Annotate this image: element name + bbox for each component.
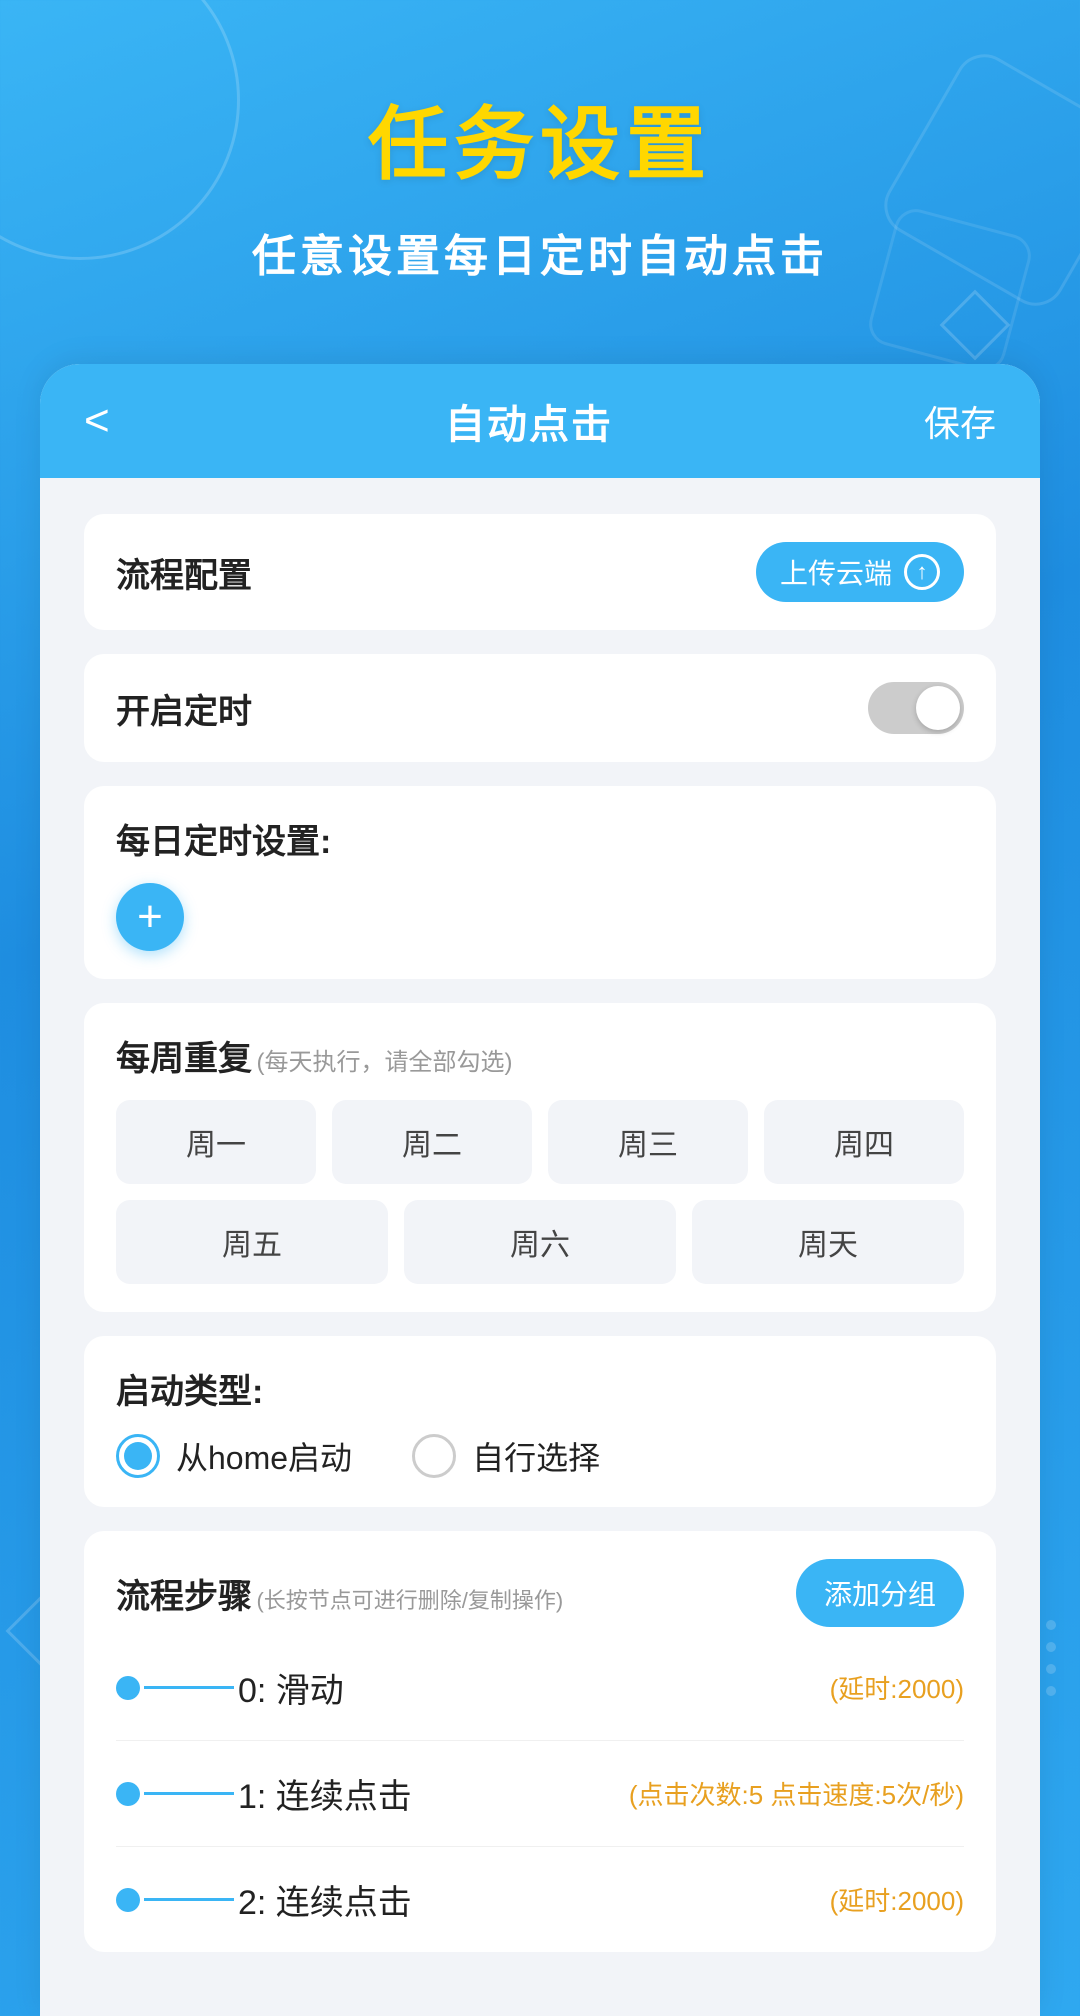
main-card: < 自动点击 保存 流程配置 上传云端 ↑ 开启定时	[40, 364, 1040, 2016]
step-name-2: 2: 连续点击	[238, 1875, 412, 1924]
save-button[interactable]: 保存	[924, 395, 996, 447]
step-item-0: 0: 滑动 (延时:2000)	[116, 1635, 964, 1741]
step-dot-0	[116, 1676, 140, 1700]
weekly-title: 每周重复	[116, 1040, 252, 1078]
timer-enable-section: 开启定时	[84, 654, 996, 762]
upload-cloud-label: 上传云端	[780, 552, 892, 592]
daily-timer-section: 每日定时设置: +	[84, 786, 996, 979]
launch-option-home[interactable]: 从home启动	[116, 1433, 352, 1479]
radio-home-dot	[124, 1442, 152, 1470]
day-tuesday[interactable]: 周二	[332, 1100, 532, 1184]
back-button[interactable]: <	[84, 396, 134, 446]
daily-timer-label: 每日定时设置:	[116, 814, 964, 863]
page-header: 任务设置 任意设置每日定时自动点击	[0, 0, 1080, 324]
step-content-1: 1: 连续点击 (点击次数:5 点击速度:5次/秒)	[238, 1769, 964, 1818]
launch-options-row: 从home启动 自行选择	[116, 1433, 964, 1479]
step-detail-0: (延时:2000)	[830, 1669, 964, 1706]
step-item-1: 1: 连续点击 (点击次数:5 点击速度:5次/秒)	[116, 1741, 964, 1847]
timer-toggle[interactable]	[868, 682, 964, 734]
upload-icon: ↑	[904, 554, 940, 590]
add-timer-button[interactable]: +	[116, 883, 184, 951]
steps-header: 流程步骤 (长按节点可进行删除/复制操作) 添加分组	[116, 1559, 964, 1627]
day-friday[interactable]: 周五	[116, 1200, 388, 1284]
steps-title-group: 流程步骤 (长按节点可进行删除/复制操作)	[116, 1569, 563, 1618]
process-config-row: 流程配置 上传云端 ↑	[116, 542, 964, 602]
launch-type-section: 启动类型: 从home启动 自行选择	[84, 1336, 996, 1507]
weekly-title-row: 每周重复 (每天执行，请全部勾选)	[116, 1031, 964, 1080]
launch-option-custom[interactable]: 自行选择	[412, 1433, 600, 1479]
steps-title: 流程步骤	[116, 1578, 252, 1616]
toggle-knob	[916, 686, 960, 730]
step-content-2: 2: 连续点击 (延时:2000)	[238, 1875, 964, 1924]
day-thursday[interactable]: 周四	[764, 1100, 964, 1184]
step-detail-1: (点击次数:5 点击速度:5次/秒)	[629, 1775, 964, 1812]
step-content-0: 0: 滑动 (延时:2000)	[238, 1663, 964, 1712]
steps-section: 流程步骤 (长按节点可进行删除/复制操作) 添加分组 0: 滑动 (延时:200…	[84, 1531, 996, 1952]
day-monday[interactable]: 周一	[116, 1100, 316, 1184]
step-detail-2: (延时:2000)	[830, 1881, 964, 1918]
add-group-button[interactable]: 添加分组	[796, 1559, 964, 1627]
weekly-repeat-section: 每周重复 (每天执行，请全部勾选) 周一 周二 周三 周四 周五 周六 周天	[84, 1003, 996, 1312]
process-config-label: 流程配置	[116, 548, 252, 597]
card-body: 流程配置 上传云端 ↑ 开启定时 每日定时设置: + 每周	[40, 478, 1040, 2016]
launch-type-title: 启动类型:	[116, 1364, 964, 1413]
upload-cloud-button[interactable]: 上传云端 ↑	[756, 542, 964, 602]
launch-home-label: 从home启动	[176, 1433, 352, 1479]
day-saturday[interactable]: 周六	[404, 1200, 676, 1284]
weekly-grid-top: 周一 周二 周三 周四	[116, 1100, 964, 1184]
process-config-section: 流程配置 上传云端 ↑	[84, 514, 996, 630]
page-title: 任务设置	[60, 80, 1020, 196]
steps-hint: (长按节点可进行删除/复制操作)	[256, 1588, 563, 1613]
step-dot-1	[116, 1782, 140, 1806]
day-wednesday[interactable]: 周三	[548, 1100, 748, 1184]
timer-enable-label: 开启定时	[116, 684, 252, 733]
weekly-hint: (每天执行，请全部勾选)	[256, 1049, 512, 1076]
day-sunday[interactable]: 周天	[692, 1200, 964, 1284]
launch-custom-label: 自行选择	[472, 1433, 600, 1479]
step-name-0: 0: 滑动	[238, 1663, 344, 1712]
step-line-0	[144, 1686, 234, 1689]
step-name-1: 1: 连续点击	[238, 1769, 412, 1818]
timer-enable-row: 开启定时	[116, 682, 964, 734]
step-dot-2	[116, 1888, 140, 1912]
radio-custom	[412, 1434, 456, 1478]
step-item-2: 2: 连续点击 (延时:2000)	[116, 1847, 964, 1924]
step-line-1	[144, 1792, 234, 1795]
card-header-bar: < 自动点击 保存	[40, 364, 1040, 478]
step-line-2	[144, 1898, 234, 1901]
weekly-grid-bottom: 周五 周六 周天	[116, 1200, 964, 1284]
card-nav-title: 自动点击	[445, 392, 613, 450]
page-subtitle: 任意设置每日定时自动点击	[60, 220, 1020, 284]
radio-home	[116, 1434, 160, 1478]
